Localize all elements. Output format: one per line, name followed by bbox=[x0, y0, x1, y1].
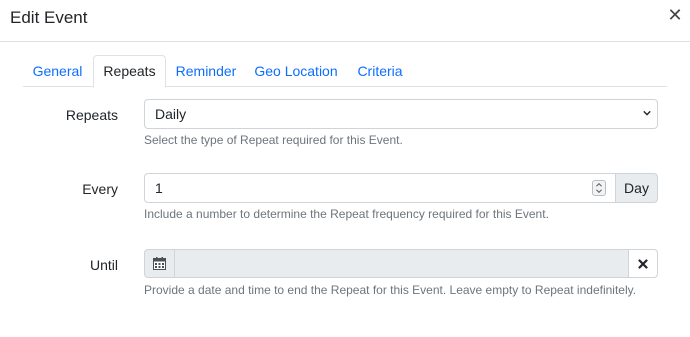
modal-header: Edit Event ✕ bbox=[0, 0, 690, 42]
tab-general[interactable]: General bbox=[24, 55, 91, 87]
tab-geo-location[interactable]: Geo Location bbox=[252, 55, 340, 87]
every-unit-addon: Day bbox=[615, 173, 658, 203]
tab-repeats[interactable]: Repeats bbox=[93, 55, 166, 88]
every-help: Include a number to determine the Repeat… bbox=[144, 207, 549, 221]
every-input-value: 1 bbox=[155, 180, 163, 196]
repeats-help: Select the type of Repeat required for t… bbox=[144, 133, 403, 147]
edit-event-modal: Edit Event ✕ General Repeats Reminder Ge… bbox=[0, 0, 690, 337]
modal-title: Edit Event bbox=[10, 8, 88, 27]
calendar-button[interactable] bbox=[144, 249, 175, 278]
calendar-icon bbox=[153, 257, 166, 270]
every-label: Every bbox=[82, 181, 118, 197]
clear-icon bbox=[638, 259, 648, 269]
spinner-icon[interactable] bbox=[592, 180, 606, 196]
until-label: Until bbox=[89, 257, 118, 273]
every-number-input[interactable]: 1 bbox=[144, 173, 616, 203]
until-help: Provide a date and time to end the Repea… bbox=[144, 283, 637, 297]
repeats-select[interactable]: Daily bbox=[144, 99, 658, 129]
tab-reminder[interactable]: Reminder bbox=[171, 55, 241, 87]
repeats-select-value: Daily bbox=[155, 106, 187, 122]
chevron-down-icon bbox=[643, 110, 651, 116]
tab-bar: General Repeats Reminder Geo Location Cr… bbox=[23, 55, 667, 88]
repeats-label: Repeats bbox=[65, 107, 118, 123]
tab-criteria[interactable]: Criteria bbox=[352, 55, 408, 87]
clear-date-button[interactable] bbox=[628, 249, 658, 278]
close-icon[interactable]: ✕ bbox=[667, 6, 683, 26]
until-date-input[interactable] bbox=[174, 249, 629, 278]
